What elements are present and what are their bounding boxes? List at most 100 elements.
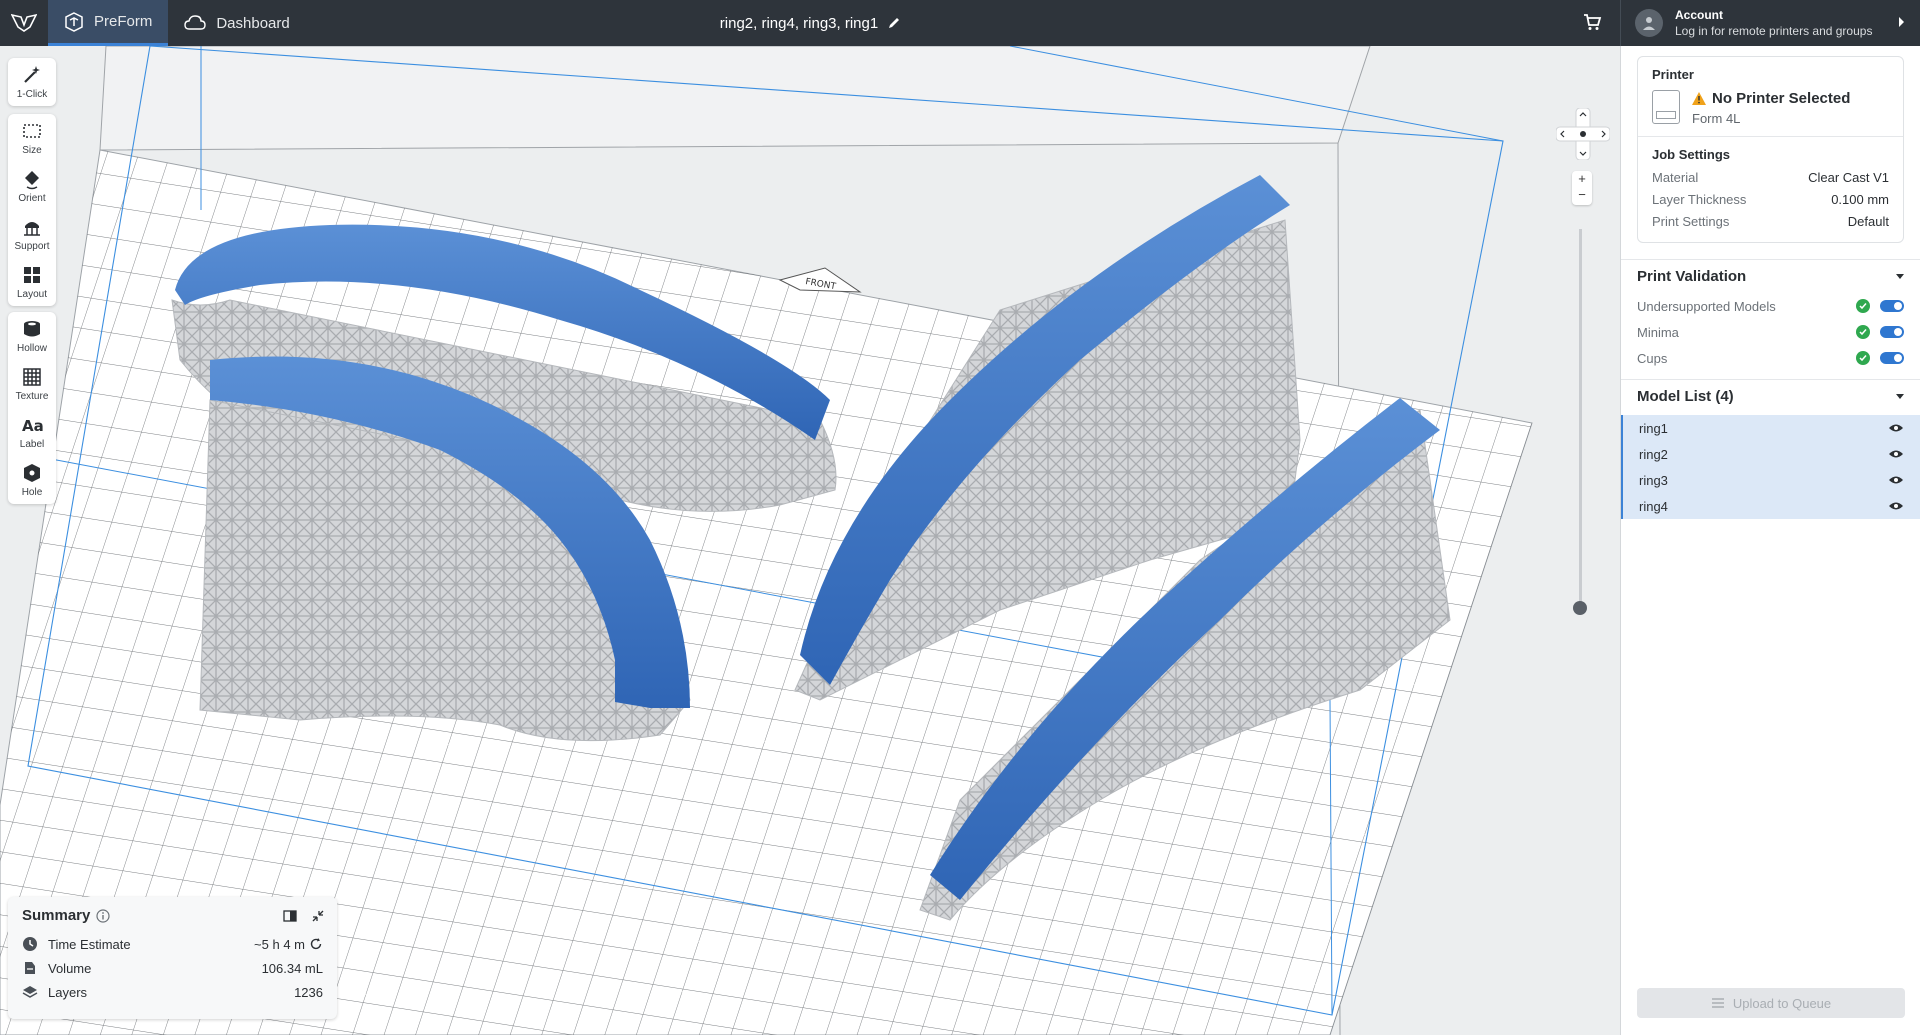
job-setting-material: Material Clear Cast V1 (1652, 166, 1889, 188)
tool-hollow-label: Hollow (16, 343, 47, 354)
tool-1-click-label: 1-Click (16, 89, 48, 100)
print-validation-heading: Print Validation (1637, 268, 1747, 285)
printer-heading: Printer (1652, 67, 1694, 82)
printer-icon (1652, 90, 1680, 124)
check-icon (1856, 351, 1870, 365)
job-setting-layer-thickness: Layer Thickness 0.100 mm (1652, 188, 1889, 210)
tool-layout[interactable]: Layout (8, 258, 56, 306)
material-key: Material (1652, 169, 1699, 185)
chevron-right-icon (1899, 17, 1904, 27)
model-list: ring1 ring2 ring3 ring4 (1621, 415, 1920, 519)
support-icon (24, 222, 40, 236)
collapse-icon[interactable] (311, 909, 325, 923)
printer-model: Form 4L (1692, 111, 1741, 126)
model-list-item[interactable]: ring4 (1621, 493, 1920, 519)
printer-section[interactable]: Printer No Printer Selected Form 4L (1638, 57, 1903, 137)
summary-row-time: Time Estimate ~5 h 4 m (22, 932, 323, 956)
account-button[interactable]: Account Log in for remote printers and g… (1620, 0, 1920, 46)
pencil-icon[interactable] (888, 17, 900, 29)
cups-toggle[interactable] (1880, 352, 1904, 364)
cart-icon[interactable] (1582, 12, 1602, 37)
account-subtitle: Log in for remote printers and groups (1675, 24, 1873, 38)
tool-label[interactable]: Aa Label (8, 408, 56, 456)
eye-icon[interactable] (1888, 475, 1904, 485)
validation-row-minima: Minima (1621, 319, 1920, 345)
minima-toggle[interactable] (1880, 326, 1904, 338)
model-list-item[interactable]: ring1 (1621, 415, 1920, 441)
validation-row-cups: Cups (1621, 345, 1920, 371)
printer-card[interactable]: Printer No Printer Selected Form 4L Job … (1637, 56, 1904, 243)
tool-size-label: Size (22, 145, 42, 156)
model-list-header[interactable]: Model List (4) (1621, 379, 1920, 413)
eye-icon[interactable] (1888, 501, 1904, 511)
build-scene[interactable]: FRONT (0, 46, 1620, 1035)
validation-label: Cups (1637, 350, 1668, 366)
model-name: ring3 (1639, 472, 1668, 488)
document-title: ring2, ring4, ring3, ring1 (0, 15, 1620, 32)
layer-slider-track[interactable] (1579, 229, 1582, 609)
validation-row-undersupported: Undersupported Models (1621, 293, 1920, 319)
model-list-heading: Model List (4) (1637, 388, 1734, 405)
tool-orient-label: Orient (18, 193, 46, 204)
model-list-item[interactable]: ring3 (1621, 467, 1920, 493)
3d-viewport[interactable]: FRONT 1-Click Size Orient Support Layout… (0, 46, 1620, 1035)
tool-texture[interactable]: Texture (8, 360, 56, 408)
label-icon: Aa (22, 417, 43, 435)
toolbar-group-modify: Hollow Texture Aa Label Hole (8, 312, 56, 504)
zoom-control: + − (1572, 171, 1592, 205)
tool-support[interactable]: Support (8, 210, 56, 258)
zoom-in-button[interactable]: + (1572, 171, 1592, 187)
eye-icon[interactable] (1888, 423, 1904, 433)
tool-hole-label: Hole (21, 487, 43, 498)
time-estimate-value: ~5 h 4 m (254, 936, 305, 952)
view-navigation-pad[interactable] (1555, 107, 1611, 161)
toolbar-group-autoprep: 1-Click (8, 58, 56, 106)
model-name: ring2 (1639, 446, 1668, 462)
material-value: Clear Cast V1 (1808, 169, 1889, 185)
print-settings-key: Print Settings (1652, 213, 1730, 229)
model-name: ring1 (1639, 420, 1668, 436)
size-icon (23, 124, 41, 138)
upload-to-queue-button[interactable]: Upload to Queue (1637, 988, 1905, 1018)
tool-hole[interactable]: Hole (8, 456, 56, 504)
zoom-out-button[interactable]: − (1572, 187, 1592, 203)
job-settings-section[interactable]: Job Settings Material Clear Cast V1 Layer… (1638, 137, 1903, 242)
validation-label: Minima (1637, 324, 1679, 340)
hole-icon (24, 464, 40, 482)
account-title: Account (1675, 8, 1723, 22)
model-name: ring4 (1639, 498, 1668, 514)
job-settings-heading: Job Settings (1652, 147, 1731, 162)
tool-size[interactable]: Size (8, 114, 56, 162)
hollow-icon (24, 321, 40, 337)
tool-hollow[interactable]: Hollow (8, 312, 56, 360)
chevron-down-icon (1896, 274, 1904, 279)
layers-icon (22, 986, 38, 998)
eye-icon[interactable] (1888, 449, 1904, 459)
print-validation-header[interactable]: Print Validation (1621, 259, 1920, 293)
toolbar-group-prepare: Size Orient Support Layout (8, 114, 56, 306)
document-title-text: ring2, ring4, ring3, ring1 (719, 14, 879, 32)
layers-value: 1236 (294, 984, 323, 1000)
info-icon[interactable] (96, 908, 110, 923)
print-settings-value: Default (1847, 213, 1889, 229)
tool-1-click[interactable]: 1-Click (8, 58, 56, 106)
tool-orient[interactable]: Orient (8, 162, 56, 210)
undersupported-toggle[interactable] (1880, 300, 1904, 312)
tool-layout-label: Layout (16, 289, 48, 300)
summary-panel: Summary Time Estimate ~5 h 4 m Volume 10… (8, 897, 337, 1019)
refresh-icon[interactable] (309, 937, 323, 951)
tool-texture-label: Texture (15, 391, 49, 402)
check-icon (1856, 299, 1870, 313)
top-bar: PreForm Dashboard ring2, ring4, ring3, r… (0, 0, 1920, 46)
layers-label: Layers (48, 984, 88, 1000)
orient-icon (25, 171, 39, 190)
layer-slider-handle[interactable] (1573, 601, 1587, 615)
upload-to-queue-label: Upload to Queue (1732, 995, 1832, 1011)
summary-title: Summary (22, 907, 91, 924)
layout-icon (24, 267, 40, 283)
model-list-item[interactable]: ring2 (1621, 441, 1920, 467)
tool-label-label: Label (19, 439, 45, 450)
warning-icon (1692, 92, 1706, 105)
check-icon (1856, 325, 1870, 339)
panel-toggle-icon[interactable] (283, 909, 297, 923)
